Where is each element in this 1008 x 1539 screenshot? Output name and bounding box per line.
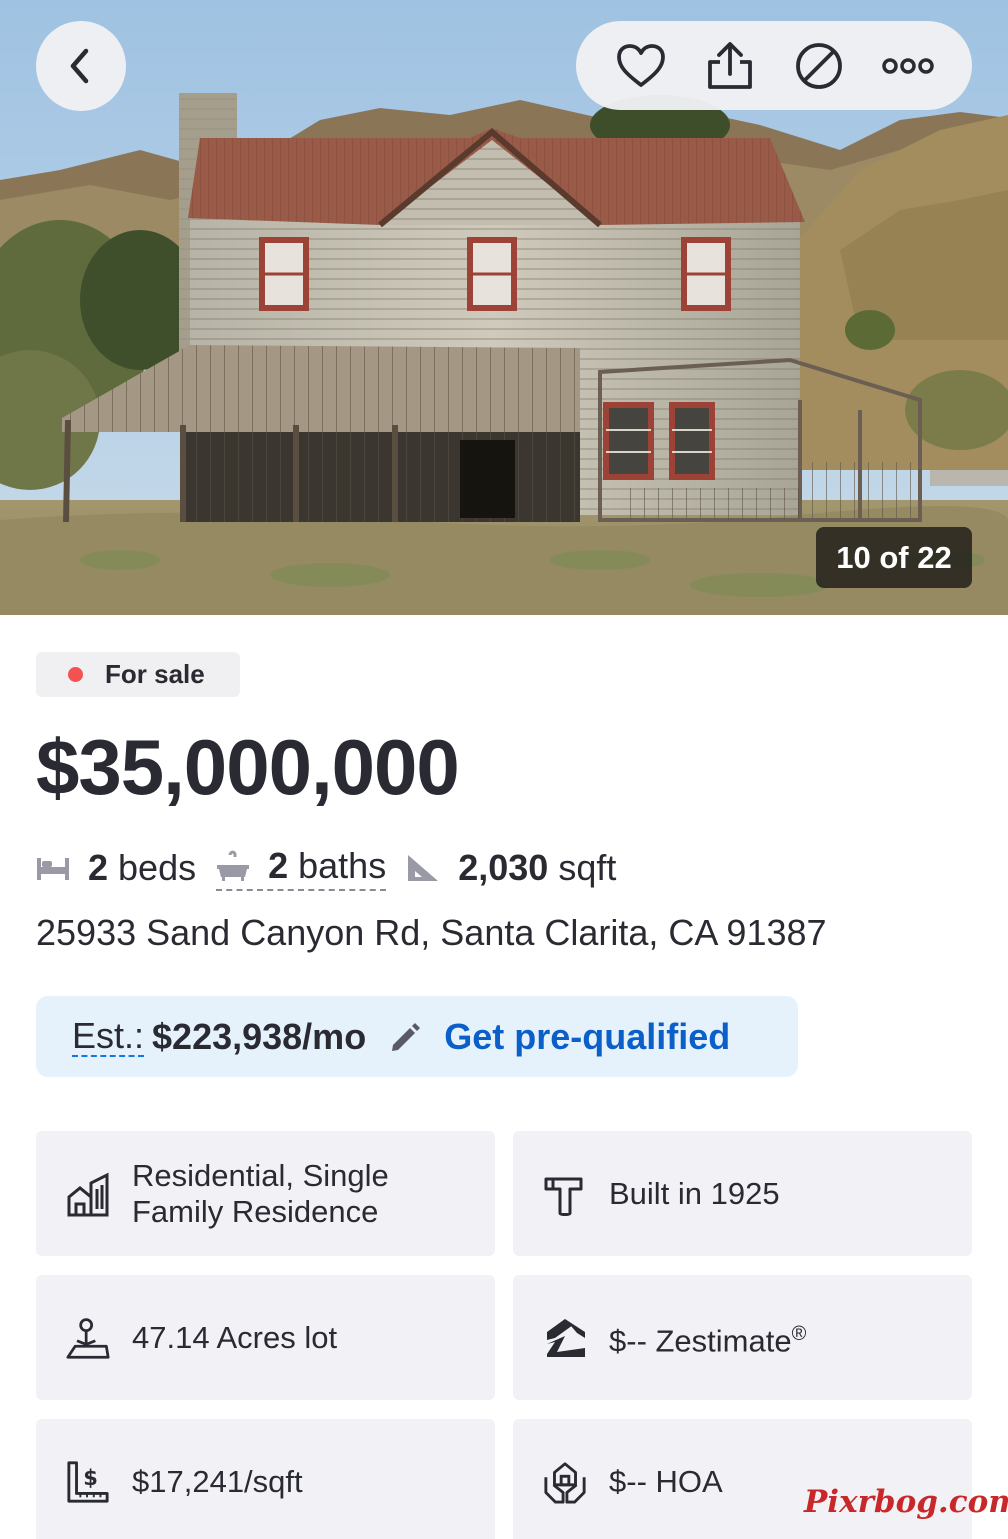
- tile-zestimate: $-- Zestimate®: [513, 1275, 972, 1400]
- photo-counter: 10 of 22: [816, 527, 972, 588]
- registered-mark: ®: [791, 1322, 807, 1345]
- tile-home-type: Residential, Single Family Residence: [36, 1131, 495, 1256]
- zestimate-text: $-- Zestimate®: [609, 1316, 806, 1359]
- baths-fact[interactable]: 2 baths: [216, 845, 387, 891]
- sqft-label: sqft: [558, 847, 617, 888]
- sqft-count: 2,030: [458, 847, 549, 888]
- pencil-icon[interactable]: [388, 1020, 422, 1054]
- sqft-fact: 2,030 sqft: [406, 847, 616, 889]
- bathtub-icon: [216, 849, 250, 883]
- chevron-left-icon: [70, 48, 89, 84]
- price-per-sqft-icon: $: [66, 1458, 110, 1506]
- more-icon: [881, 57, 934, 74]
- tile-hoa: $-- HOA: [513, 1419, 972, 1539]
- get-prequalified-link[interactable]: Get pre-qualified: [444, 1016, 730, 1058]
- tile-year-built: Built in 1925: [513, 1131, 972, 1256]
- svg-text:$: $: [83, 1464, 98, 1489]
- photo-actions: [576, 21, 972, 110]
- listing-price: $35,000,000: [36, 723, 460, 811]
- more-button[interactable]: [880, 38, 936, 94]
- tile-lot-size: 47.14 Acres lot: [36, 1275, 495, 1400]
- home-type-text: Residential, Single Family Residence: [132, 1157, 389, 1229]
- hoa-hands-icon: [543, 1458, 587, 1506]
- bed-icon: [36, 855, 70, 881]
- lot-size-text: 47.14 Acres lot: [132, 1319, 338, 1355]
- baths-count: 2: [268, 845, 289, 886]
- save-button[interactable]: [613, 38, 669, 94]
- status-dot: [68, 667, 83, 682]
- back-button[interactable]: [36, 21, 126, 111]
- beds-count: 2: [88, 847, 109, 888]
- watermark: Pixrbog.com: [804, 1484, 1008, 1520]
- listing-address: 25933 Sand Canyon Rd, Santa Clarita, CA …: [36, 912, 827, 953]
- beds-fact: 2 beds: [36, 847, 196, 889]
- share-button[interactable]: [702, 38, 758, 94]
- home-facts: 2 beds 2 baths 2,030 sqft: [36, 840, 616, 896]
- year-built-text: Built in 1925: [609, 1175, 780, 1211]
- tile-price-per-sqft: $ $17,241/sqft: [36, 1419, 495, 1539]
- lot-icon: [66, 1314, 110, 1362]
- listing-photo[interactable]: 10 of 22: [0, 0, 1008, 615]
- estimate-label[interactable]: Est.:: [72, 1016, 145, 1057]
- share-icon: [707, 41, 752, 89]
- block-icon: [795, 42, 842, 89]
- hide-button[interactable]: [791, 38, 847, 94]
- status-label: For sale: [105, 659, 205, 689]
- payment-estimate: Est.: $223,938/mo Get pre-qualified: [36, 996, 798, 1077]
- zillow-logo-icon: [543, 1314, 587, 1362]
- heart-icon: [616, 43, 665, 87]
- status-badge: For sale: [36, 652, 240, 697]
- estimate-amount: $223,938/mo: [152, 1015, 367, 1057]
- baths-label: baths: [298, 845, 387, 886]
- hammer-icon: [543, 1170, 587, 1218]
- price-per-sqft-text: $17,241/sqft: [132, 1463, 303, 1499]
- beds-label: beds: [118, 847, 197, 888]
- area-icon: [406, 853, 440, 883]
- zestimate-value: $-- Zestimate: [609, 1323, 792, 1359]
- hoa-text: $-- HOA: [609, 1463, 723, 1499]
- building-icon: [66, 1170, 110, 1218]
